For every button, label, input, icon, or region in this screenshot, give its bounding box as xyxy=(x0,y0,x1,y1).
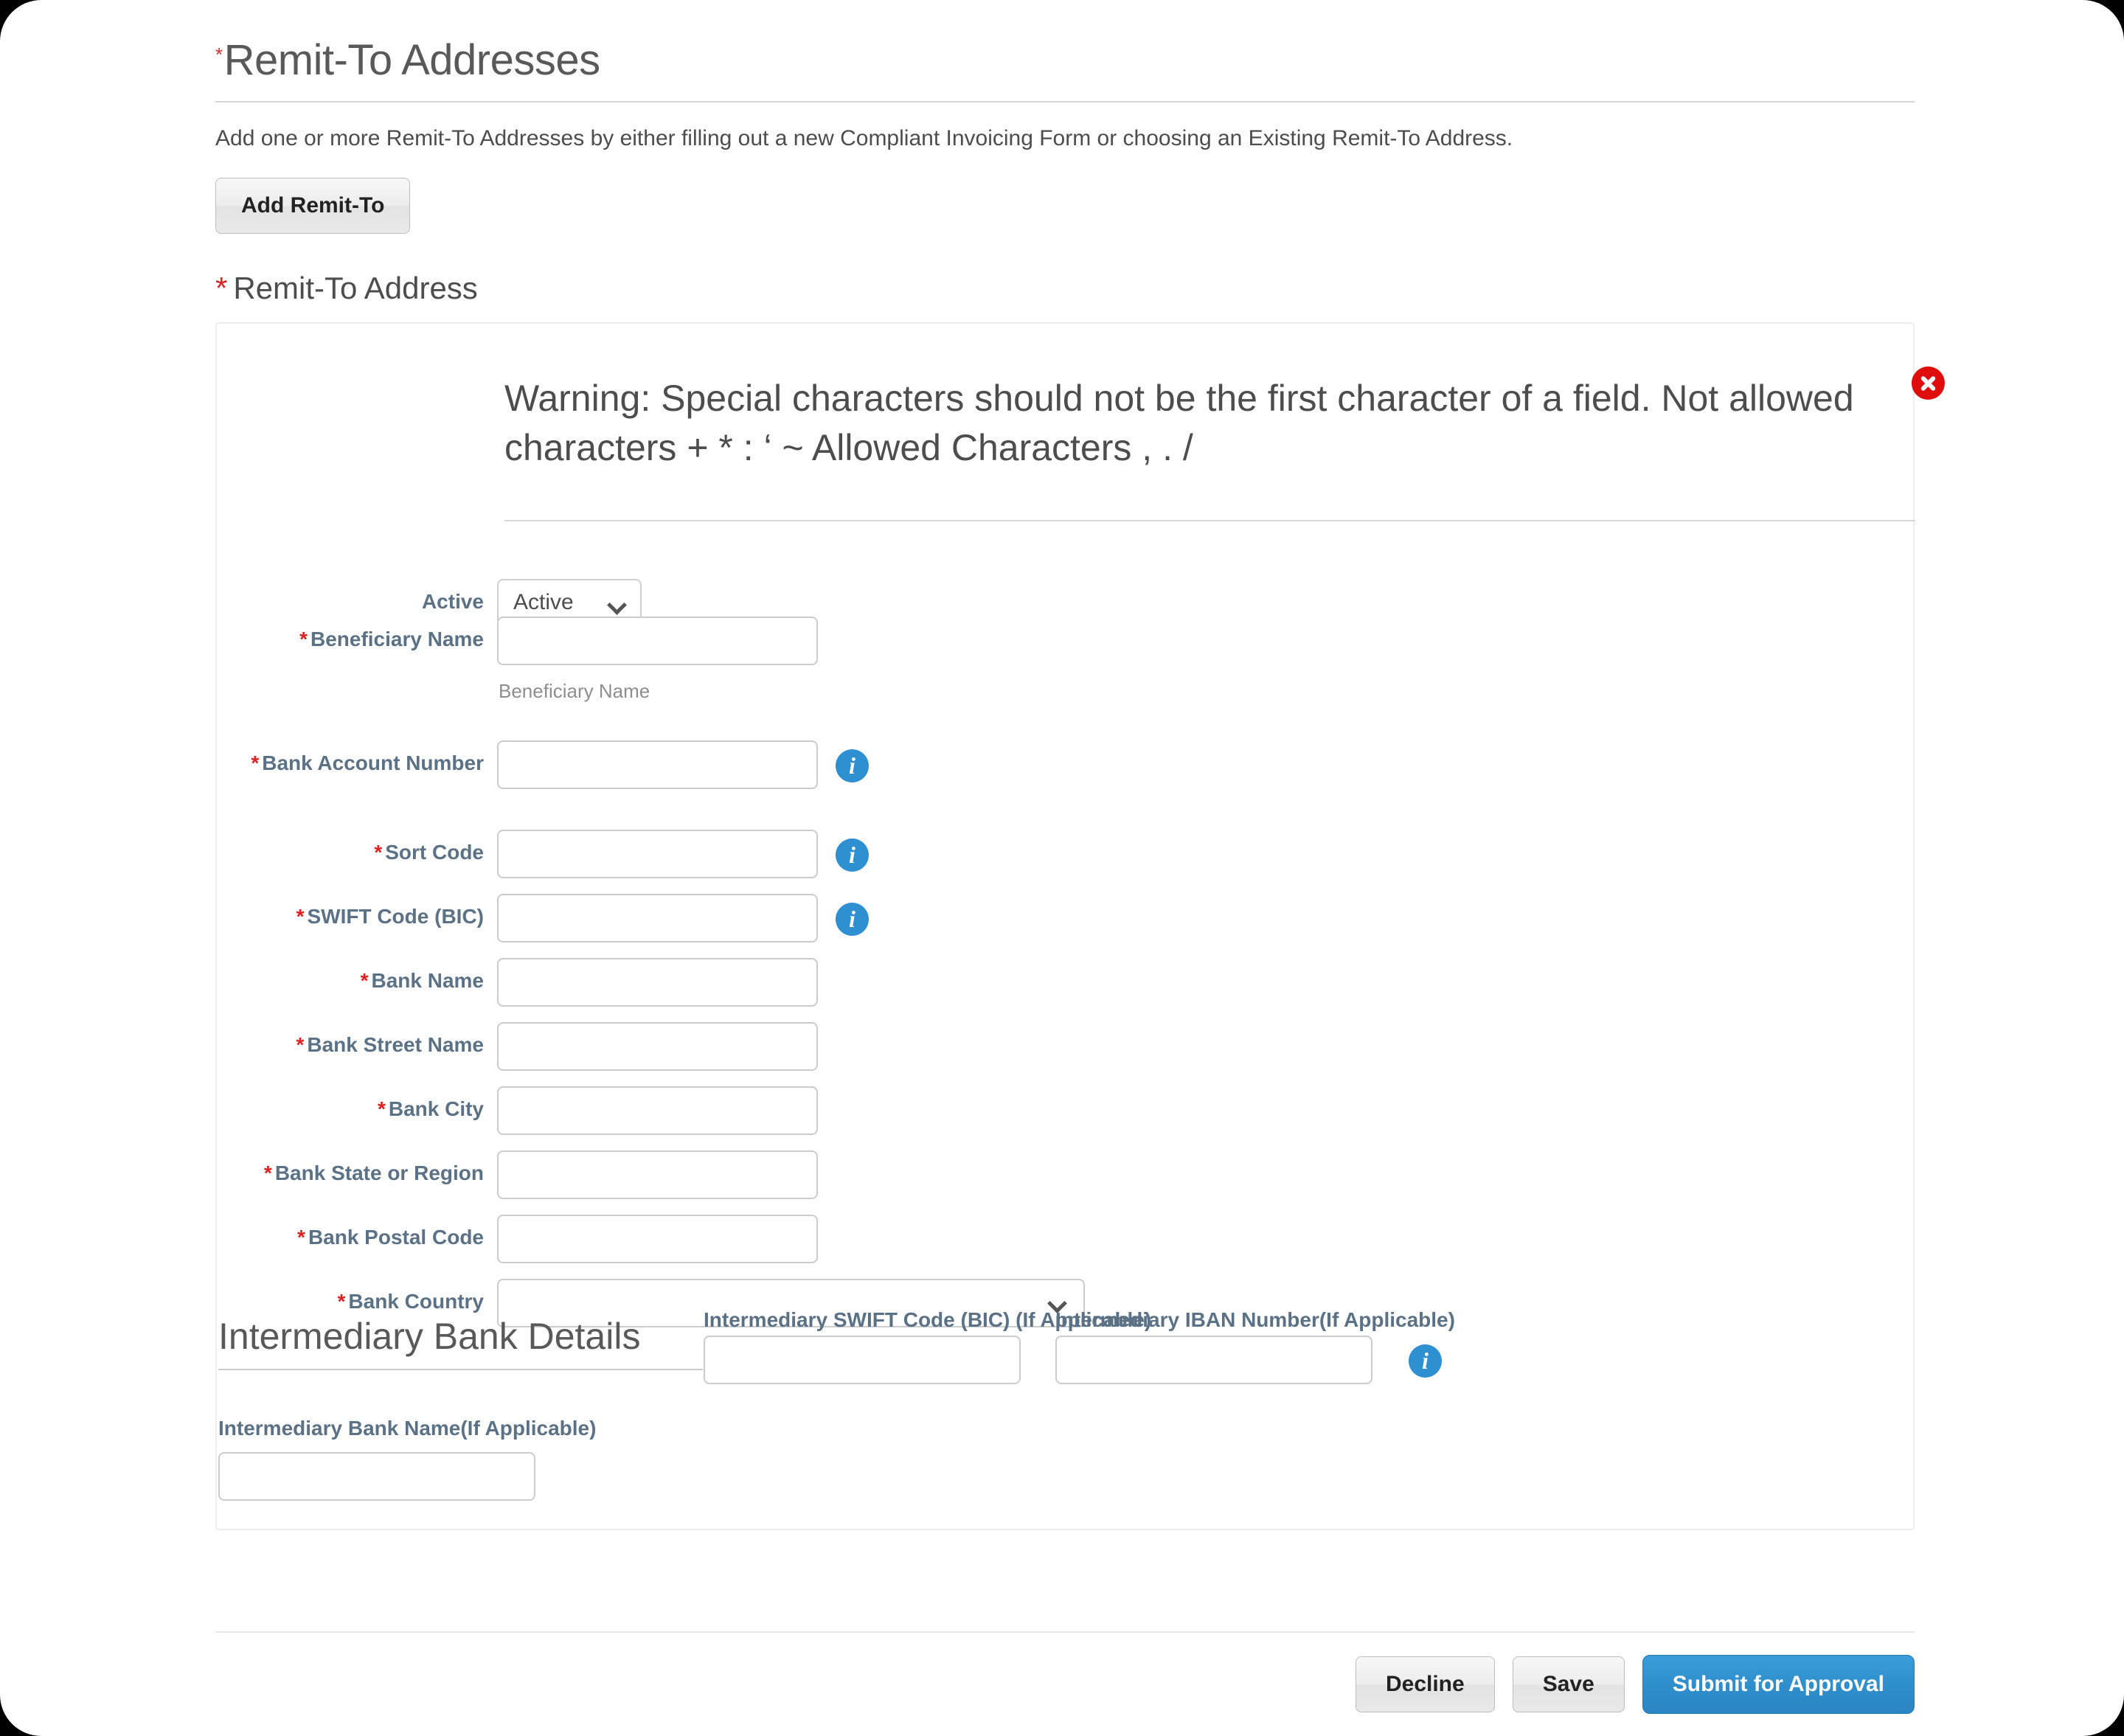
active-label: Active xyxy=(421,590,484,613)
title-divider xyxy=(215,101,1915,103)
swift-code-control: i xyxy=(497,894,869,942)
beneficiary-name-hint: Beneficiary Name xyxy=(499,680,650,702)
bank-city-control xyxy=(497,1086,818,1135)
save-button[interactable]: Save xyxy=(1512,1656,1625,1712)
footer-actions: Decline Save Submit for Approval xyxy=(215,1655,1915,1714)
field-row-bank-street-name: * Bank Street Name xyxy=(217,1022,818,1071)
beneficiary-name-input[interactable] xyxy=(497,617,818,665)
page-title-text: Remit-To Addresses xyxy=(223,36,600,84)
add-remit-to-button[interactable]: Add Remit-To xyxy=(215,178,411,234)
intermediary-iban-input[interactable] xyxy=(1055,1336,1372,1384)
submit-for-approval-button[interactable]: Submit for Approval xyxy=(1642,1655,1915,1714)
required-asterisk: * xyxy=(215,271,228,305)
sort-code-control: i xyxy=(497,830,869,878)
required-asterisk: * xyxy=(215,44,223,66)
bank-street-name-input[interactable] xyxy=(497,1022,818,1071)
bank-account-number-label: * Bank Account Number xyxy=(217,740,497,776)
bank-name-label: * Bank Name xyxy=(217,958,497,993)
close-icon[interactable] xyxy=(1912,367,1945,400)
bank-state-or-region-control xyxy=(497,1150,818,1199)
label-text: Bank Postal Code xyxy=(308,1226,484,1249)
beneficiary-name-label: * Beneficiary Name xyxy=(217,617,497,652)
bank-city-input[interactable] xyxy=(497,1086,818,1135)
decline-button[interactable]: Decline xyxy=(1355,1656,1495,1712)
remit-to-address-panel: Warning: Special characters should not b… xyxy=(215,322,1915,1530)
label-text: Bank Street Name xyxy=(307,1033,484,1056)
bank-account-number-control: i xyxy=(497,740,869,789)
sort-code-label: * Sort Code xyxy=(217,830,497,865)
field-row-bank-state-or-region: * Bank State or Region xyxy=(217,1150,818,1199)
warning-banner: Warning: Special characters should not b… xyxy=(504,374,1915,472)
content-wrap: *Remit-To Addresses Add one or more Remi… xyxy=(215,0,1915,1530)
page-root: *Remit-To Addresses Add one or more Remi… xyxy=(0,0,2124,1736)
required-asterisk: * xyxy=(360,969,369,992)
field-row-swift-code: * SWIFT Code (BIC) i xyxy=(217,894,869,942)
bank-name-control xyxy=(497,958,818,1007)
label-text: Sort Code xyxy=(385,841,484,864)
bank-city-label: * Bank City xyxy=(217,1086,497,1122)
swift-code-input[interactable] xyxy=(497,894,818,942)
bank-postal-code-control xyxy=(497,1215,818,1263)
bank-street-name-label: * Bank Street Name xyxy=(217,1022,497,1058)
field-row-bank-account-number: * Bank Account Number i xyxy=(217,740,869,789)
remit-to-address-subtitle: * Remit-To Address xyxy=(215,271,1915,306)
page-title: *Remit-To Addresses xyxy=(215,0,1915,85)
beneficiary-name-control: Beneficiary Name xyxy=(497,617,818,703)
required-asterisk: * xyxy=(296,905,305,928)
field-row-bank-name: * Bank Name xyxy=(217,958,818,1007)
intermediary-bank-name-input[interactable] xyxy=(218,1452,535,1501)
field-row-bank-city: * Bank City xyxy=(217,1086,818,1135)
section-description: Add one or more Remit-To Addresses by ei… xyxy=(215,126,1513,150)
label-text: Bank City xyxy=(388,1097,484,1120)
footer-divider xyxy=(215,1631,1915,1633)
bank-name-input[interactable] xyxy=(497,958,818,1007)
warning-text: Warning: Special characters should not b… xyxy=(504,378,1854,468)
label-text: Bank Name xyxy=(371,969,484,992)
required-asterisk: * xyxy=(296,1033,305,1056)
bank-state-or-region-input[interactable] xyxy=(497,1150,818,1199)
field-row-sort-code: * Sort Code i xyxy=(217,830,869,878)
subtitle-text: Remit-To Address xyxy=(233,271,478,305)
label-text: Bank Country xyxy=(348,1290,484,1313)
sort-code-input[interactable] xyxy=(497,830,818,878)
label-text: SWIFT Code (BIC) xyxy=(307,905,484,928)
bank-postal-code-input[interactable] xyxy=(497,1215,818,1263)
field-row-beneficiary-name: * Beneficiary Name Beneficiary Name xyxy=(217,617,818,703)
required-asterisk: * xyxy=(299,628,308,650)
required-asterisk: * xyxy=(297,1226,305,1249)
intermediary-divider xyxy=(218,1369,703,1370)
label-text: Beneficiary Name xyxy=(310,628,484,650)
warning-divider xyxy=(504,520,1915,521)
intermediary-bank-details-title: Intermediary Bank Details xyxy=(218,1316,641,1357)
active-select-value: Active xyxy=(513,590,574,614)
required-asterisk: * xyxy=(374,841,383,864)
intermediary-swift-input[interactable] xyxy=(704,1336,1021,1384)
bank-state-or-region-label: * Bank State or Region xyxy=(217,1150,497,1186)
swift-code-label: * SWIFT Code (BIC) xyxy=(217,894,497,929)
bank-account-number-input[interactable] xyxy=(497,740,818,789)
info-icon[interactable]: i xyxy=(836,839,869,872)
required-asterisk: * xyxy=(337,1290,346,1313)
info-icon[interactable]: i xyxy=(836,749,869,782)
field-row-bank-postal-code: * Bank Postal Code xyxy=(217,1215,818,1263)
info-icon[interactable]: i xyxy=(836,903,869,936)
bank-country-label: * Bank Country xyxy=(217,1279,497,1314)
intermediary-bank-name-label: Intermediary Bank Name(If Applicable) xyxy=(218,1417,597,1440)
label-text: Bank State or Region xyxy=(274,1162,484,1184)
bank-street-name-control xyxy=(497,1022,818,1071)
info-icon[interactable]: i xyxy=(1409,1344,1442,1378)
required-asterisk: * xyxy=(263,1162,272,1184)
label-text: Bank Account Number xyxy=(262,751,484,774)
required-asterisk: * xyxy=(251,751,260,774)
bank-postal-code-label: * Bank Postal Code xyxy=(217,1215,497,1250)
required-asterisk: * xyxy=(377,1097,386,1120)
intermediary-iban-label: Intermediary IBAN Number(If Applicable) xyxy=(1055,1308,1455,1331)
chevron-down-icon xyxy=(607,595,627,615)
